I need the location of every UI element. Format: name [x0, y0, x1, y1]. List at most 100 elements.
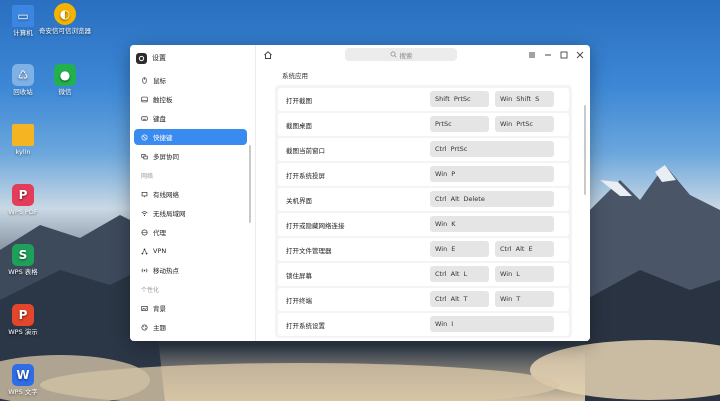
- wps-writer-icon: W: [12, 364, 34, 386]
- title-bar: 搜索: [256, 45, 590, 65]
- content-scrollbar[interactable]: [584, 105, 586, 195]
- shortcut-key-secondary[interactable]: Win Shift S: [495, 91, 554, 107]
- sidebar-nav: 鼠标 触控板 键盘 快捷键 多屏协同 网络 有线网络 无线局域网 代理 VPN …: [134, 72, 247, 338]
- shortcut-key-primary[interactable]: Win E: [430, 241, 489, 257]
- browser-icon: ◐: [54, 3, 76, 25]
- shortcut-key-primary[interactable]: Ctrl Alt Delete: [430, 191, 554, 207]
- shortcut-row-projection: 打开系统投屏 Win P: [278, 163, 569, 186]
- shortcut-row-screenshot-window: 截图当前窗口 Ctrl PrtSc: [278, 138, 569, 161]
- shortcut-key-primary[interactable]: Win P: [430, 166, 554, 182]
- sidebar-item-shortcuts[interactable]: 快捷键: [134, 129, 247, 145]
- sidebar-item-hotspot[interactable]: 移动热点: [134, 262, 247, 278]
- wifi-icon: [141, 210, 148, 216]
- search-icon: [390, 51, 397, 58]
- sidebar-item-label: 背景: [153, 305, 166, 313]
- menu-icon[interactable]: [527, 50, 537, 60]
- sidebar-item-proxy[interactable]: 代理: [134, 224, 247, 240]
- shortcut-row-screenshot-desktop: 截图桌面 PrtSc Win PrtSc: [278, 113, 569, 136]
- multiscreen-icon: [141, 153, 148, 159]
- shortcut-label: 打开截图: [286, 96, 312, 105]
- proxy-icon: [141, 228, 148, 236]
- sidebar-item-label: 多屏协同: [153, 153, 179, 161]
- shortcut-key-secondary[interactable]: Ctrl Alt E: [495, 241, 554, 257]
- sidebar-item-touchpad[interactable]: 触控板: [134, 91, 247, 107]
- settings-app-icon: [136, 52, 147, 64]
- desktop-icon-label: WPS PDF: [8, 208, 38, 216]
- desktop-icon-label: WPS 演示: [8, 328, 38, 336]
- desktop-icon-label: kylin: [15, 148, 31, 156]
- folder-icon: [12, 124, 34, 146]
- shortcut-label: 锁住屏幕: [286, 271, 312, 280]
- shortcut-row-lock-screen: 锁住屏幕 Ctrl Alt L Win L: [278, 263, 569, 286]
- minimize-icon[interactable]: [543, 50, 553, 60]
- close-icon[interactable]: [575, 50, 585, 60]
- shortcut-key-primary[interactable]: Ctrl Alt L: [430, 266, 489, 282]
- desktop-icon-browser[interactable]: ◐ 奇安信可信浏览器: [35, 3, 95, 36]
- desktop-icon-wps-sheet[interactable]: S WPS 表格: [0, 244, 53, 277]
- maximize-icon[interactable]: [559, 50, 569, 60]
- shortcut-row-terminal: 打开终端 Ctrl Alt T Win T: [278, 288, 569, 311]
- sidebar-item-vpn[interactable]: VPN: [134, 243, 247, 259]
- keyboard-icon: [141, 115, 148, 121]
- vpn-icon: [141, 248, 148, 254]
- wps-sheet-icon: S: [12, 244, 34, 266]
- desktop-icon-wps-slides[interactable]: P WPS 演示: [0, 304, 53, 337]
- shortcut-label: 截图当前窗口: [286, 146, 325, 155]
- sidebar-item-label: 有线网络: [153, 191, 179, 199]
- sidebar-item-label: 鼠标: [153, 77, 166, 85]
- shortcut-label: 打开终端: [286, 296, 312, 305]
- settings-window: 设置 鼠标 触控板 键盘 快捷键 多屏协同 网络 有线网络 无线局域网 代理 V…: [130, 45, 590, 341]
- sidebar-item-label: 主题: [153, 324, 166, 332]
- sidebar-item-label: 快捷键: [153, 134, 173, 142]
- desktop-icon-wps-pdf[interactable]: P WPS PDF: [0, 184, 53, 217]
- sidebar-item-theme[interactable]: 主题: [134, 319, 247, 335]
- sidebar-item-label: 键盘: [153, 115, 166, 123]
- shortcut-row-screenshot: 打开截图 Shift PrtSc Win Shift S: [278, 88, 569, 111]
- app-title-bar: 设置: [136, 51, 166, 65]
- shortcut-row-shutdown: 关机界面 Ctrl Alt Delete: [278, 188, 569, 211]
- sidebar-item-label: VPN: [153, 247, 167, 255]
- background-icon: [141, 305, 148, 311]
- sidebar-scrollbar[interactable]: [249, 145, 251, 223]
- desktop-icon-label: WPS 文字: [8, 388, 38, 396]
- sidebar-item-keyboard[interactable]: 键盘: [134, 110, 247, 126]
- shortcut-key-secondary[interactable]: Win PrtSc: [495, 116, 554, 132]
- hotspot-icon: [141, 268, 148, 272]
- shortcut-key-secondary[interactable]: Win T: [495, 291, 554, 307]
- shortcut-key-primary[interactable]: PrtSc: [430, 116, 489, 132]
- sidebar-section-personalize: 个性化: [141, 286, 160, 294]
- sidebar-item-label: 移动热点: [153, 267, 179, 275]
- sidebar-item-label: 无线局域网: [153, 210, 186, 218]
- desktop-icon-label: 微信: [58, 88, 72, 96]
- shortcut-label: 截图桌面: [286, 121, 312, 130]
- search-input[interactable]: 搜索: [345, 48, 457, 61]
- shortcut-key-primary[interactable]: Ctrl PrtSc: [430, 141, 554, 157]
- sidebar-item-wifi[interactable]: 无线局域网: [134, 205, 247, 221]
- search-placeholder: 搜索: [399, 51, 413, 60]
- section-title-system-apps: 系统应用: [282, 72, 308, 80]
- shortcut-key-primary[interactable]: Shift PrtSc: [430, 91, 489, 107]
- sidebar-item-mouse[interactable]: 鼠标: [134, 72, 247, 88]
- app-title: 设置: [152, 54, 166, 62]
- shortcut-key-secondary[interactable]: Win L: [495, 266, 554, 282]
- desktop-icon-label: WPS 表格: [8, 268, 38, 276]
- desktop-icon-label: 奇安信可信浏览器: [39, 27, 91, 35]
- shortcut-key-primary[interactable]: Win I: [430, 316, 554, 332]
- home-icon[interactable]: [263, 50, 273, 60]
- shortcut-key-primary[interactable]: Ctrl Alt T: [430, 291, 489, 307]
- sidebar-item-label: 触控板: [153, 96, 173, 104]
- desktop-icon-wps-writer[interactable]: W WPS 文字: [0, 364, 53, 397]
- shortcut-row-file-manager: 打开文件管理器 Win E Ctrl Alt E: [278, 238, 569, 261]
- shortcut-row-network: 打开或隐藏网络连接 Win K: [278, 213, 569, 236]
- desktop-icon-wechat[interactable]: ● 微信: [35, 64, 95, 97]
- shortcuts-content: 系统应用 打开截图 Shift PrtSc Win Shift S 截图桌面 P…: [275, 67, 585, 341]
- sidebar-item-wired-network[interactable]: 有线网络: [134, 186, 247, 202]
- sidebar-item-background[interactable]: 背景: [134, 300, 247, 316]
- shortcut-row-settings: 打开系统设置 Win I: [278, 313, 569, 336]
- computer-icon: ▭: [12, 5, 34, 27]
- touchpad-icon: [141, 96, 148, 102]
- shortcut-label: 打开文件管理器: [286, 246, 332, 255]
- sidebar-item-multiscreen[interactable]: 多屏协同: [134, 148, 247, 164]
- desktop-icon-kylin[interactable]: kylin: [0, 124, 53, 157]
- shortcut-key-primary[interactable]: Win K: [430, 216, 554, 232]
